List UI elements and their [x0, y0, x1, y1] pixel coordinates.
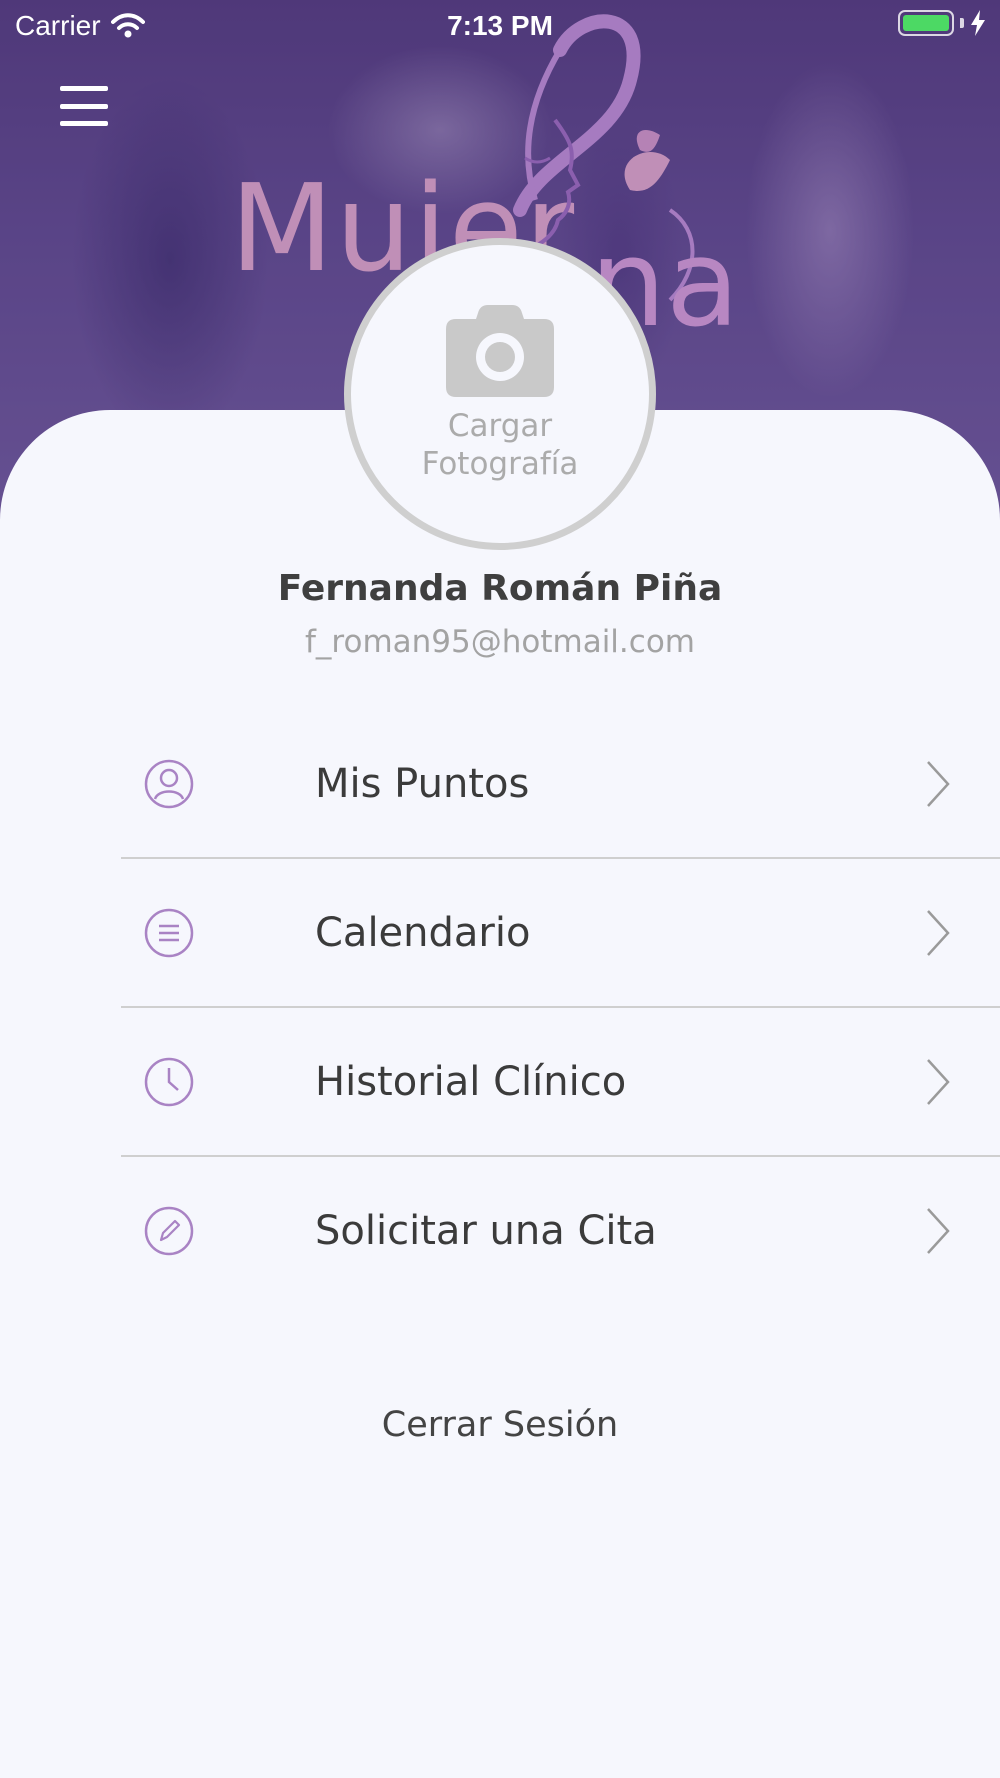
chevron-right-icon [927, 1058, 950, 1105]
list-circle-icon [144, 908, 194, 957]
camera-icon [446, 305, 554, 397]
chevron-right-icon [927, 1207, 950, 1254]
clock-icon [144, 1057, 194, 1106]
clock-time: 7:13 PM [447, 10, 553, 41]
menu-item-mis-puntos[interactable]: Mis Puntos [0, 710, 1000, 857]
user-name: Fernanda Román Piña [277, 568, 723, 609]
battery-icon [898, 10, 954, 36]
logout-button[interactable]: Cerrar Sesión [0, 1405, 1000, 1445]
chevron-right-icon [927, 760, 950, 807]
menu-item-historial-clinico[interactable]: Historial Clínico [0, 1008, 1000, 1155]
hamburger-icon[interactable] [60, 86, 110, 126]
upload-photo-label: Cargar Fotografía [421, 408, 579, 482]
user-email: f_roman95@hotmail.com [305, 624, 695, 660]
status-bar: Carrier 7:13 PM [0, 0, 1000, 52]
user-circle-icon [144, 759, 194, 808]
upload-photo-button[interactable]: Cargar Fotografía [344, 238, 656, 550]
menu-item-label: Mis Puntos [315, 760, 530, 807]
menu-item-label: Calendario [315, 909, 531, 956]
battery-indicator [898, 10, 986, 36]
menu-item-label: Historial Clínico [315, 1058, 627, 1105]
pencil-icon [144, 1206, 194, 1255]
menu-list: Mis Puntos Calendario Historial Clínico [0, 710, 1000, 1304]
menu-item-label: Solicitar una Cita [315, 1207, 657, 1254]
menu-item-solicitar-cita[interactable]: Solicitar una Cita [0, 1157, 1000, 1304]
charging-bolt-icon [971, 10, 985, 36]
chevron-right-icon [927, 909, 950, 956]
menu-item-calendario[interactable]: Calendario [0, 859, 1000, 1006]
